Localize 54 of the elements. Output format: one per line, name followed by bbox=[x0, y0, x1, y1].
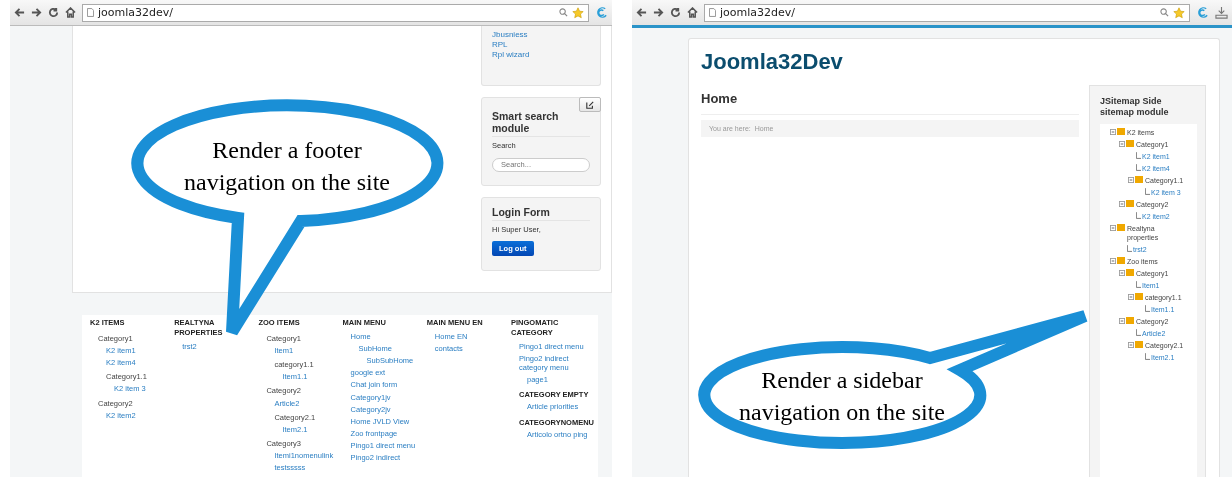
module-title: JSitemap Side sitemap module bbox=[1100, 96, 1170, 118]
collapse-icon[interactable] bbox=[1119, 201, 1125, 207]
reload-icon[interactable] bbox=[670, 7, 681, 18]
sidebar-link[interactable]: Jbusniess bbox=[492, 30, 528, 40]
reload-icon[interactable] bbox=[48, 7, 59, 18]
folder-icon bbox=[1126, 200, 1134, 207]
collapse-icon[interactable] bbox=[1110, 258, 1116, 264]
tree-connector-icon bbox=[1145, 305, 1150, 312]
folder-icon bbox=[1135, 341, 1143, 348]
collapse-icon[interactable] bbox=[1119, 318, 1125, 324]
tree-connector-icon bbox=[1136, 329, 1141, 336]
star-icon[interactable] bbox=[1173, 6, 1185, 19]
edit-icon bbox=[586, 100, 594, 109]
zoom-icon[interactable] bbox=[1160, 8, 1169, 17]
edit-button[interactable] bbox=[579, 97, 601, 112]
sidebar-link[interactable]: Rpl wizard bbox=[492, 50, 530, 60]
page-title: Home bbox=[701, 85, 1079, 115]
site-title[interactable]: Joomla32Dev bbox=[701, 49, 1207, 75]
folder-icon bbox=[1135, 176, 1143, 183]
home-icon[interactable] bbox=[65, 7, 76, 18]
tree-connector-icon bbox=[1145, 188, 1150, 195]
collapse-icon[interactable] bbox=[1128, 342, 1134, 348]
tree-connector-icon bbox=[1127, 245, 1132, 252]
collapse-icon[interactable] bbox=[1119, 141, 1125, 147]
collapse-icon[interactable] bbox=[1128, 294, 1134, 300]
star-icon[interactable] bbox=[572, 6, 584, 19]
address-bar[interactable]: joomla32dev/ bbox=[704, 3, 1190, 22]
tree-connector-icon bbox=[1145, 353, 1150, 360]
address-bar[interactable]: joomla32dev/ bbox=[82, 3, 589, 22]
back-icon[interactable] bbox=[14, 7, 25, 18]
tree-connector-icon bbox=[1136, 212, 1141, 219]
module-title: Smart search module bbox=[492, 110, 590, 137]
tree-connector-icon bbox=[1136, 281, 1141, 288]
download-icon[interactable] bbox=[1215, 6, 1228, 19]
collapse-icon[interactable] bbox=[1119, 270, 1125, 276]
forward-icon[interactable] bbox=[653, 7, 664, 18]
extension-icon[interactable] bbox=[1196, 6, 1209, 19]
page-icon bbox=[709, 8, 716, 17]
extension-icon[interactable] bbox=[595, 6, 608, 19]
sidebar-link[interactable]: RPL bbox=[492, 40, 508, 50]
page-icon bbox=[87, 8, 94, 17]
zoom-icon[interactable] bbox=[559, 8, 568, 17]
collapse-icon[interactable] bbox=[1110, 225, 1116, 231]
back-icon[interactable] bbox=[636, 7, 647, 18]
folder-icon bbox=[1117, 224, 1125, 231]
callout-text: Render a sidebar navigation on the site bbox=[738, 366, 946, 427]
forward-icon[interactable] bbox=[31, 7, 42, 18]
home-icon[interactable] bbox=[687, 7, 698, 18]
folder-icon bbox=[1135, 293, 1143, 300]
callout-text: Render a footer navigation on the site bbox=[183, 136, 391, 197]
collapse-icon[interactable] bbox=[1110, 129, 1116, 135]
folder-icon bbox=[1126, 317, 1134, 324]
module-title: Login Form bbox=[492, 206, 590, 221]
collapse-icon[interactable] bbox=[1128, 177, 1134, 183]
